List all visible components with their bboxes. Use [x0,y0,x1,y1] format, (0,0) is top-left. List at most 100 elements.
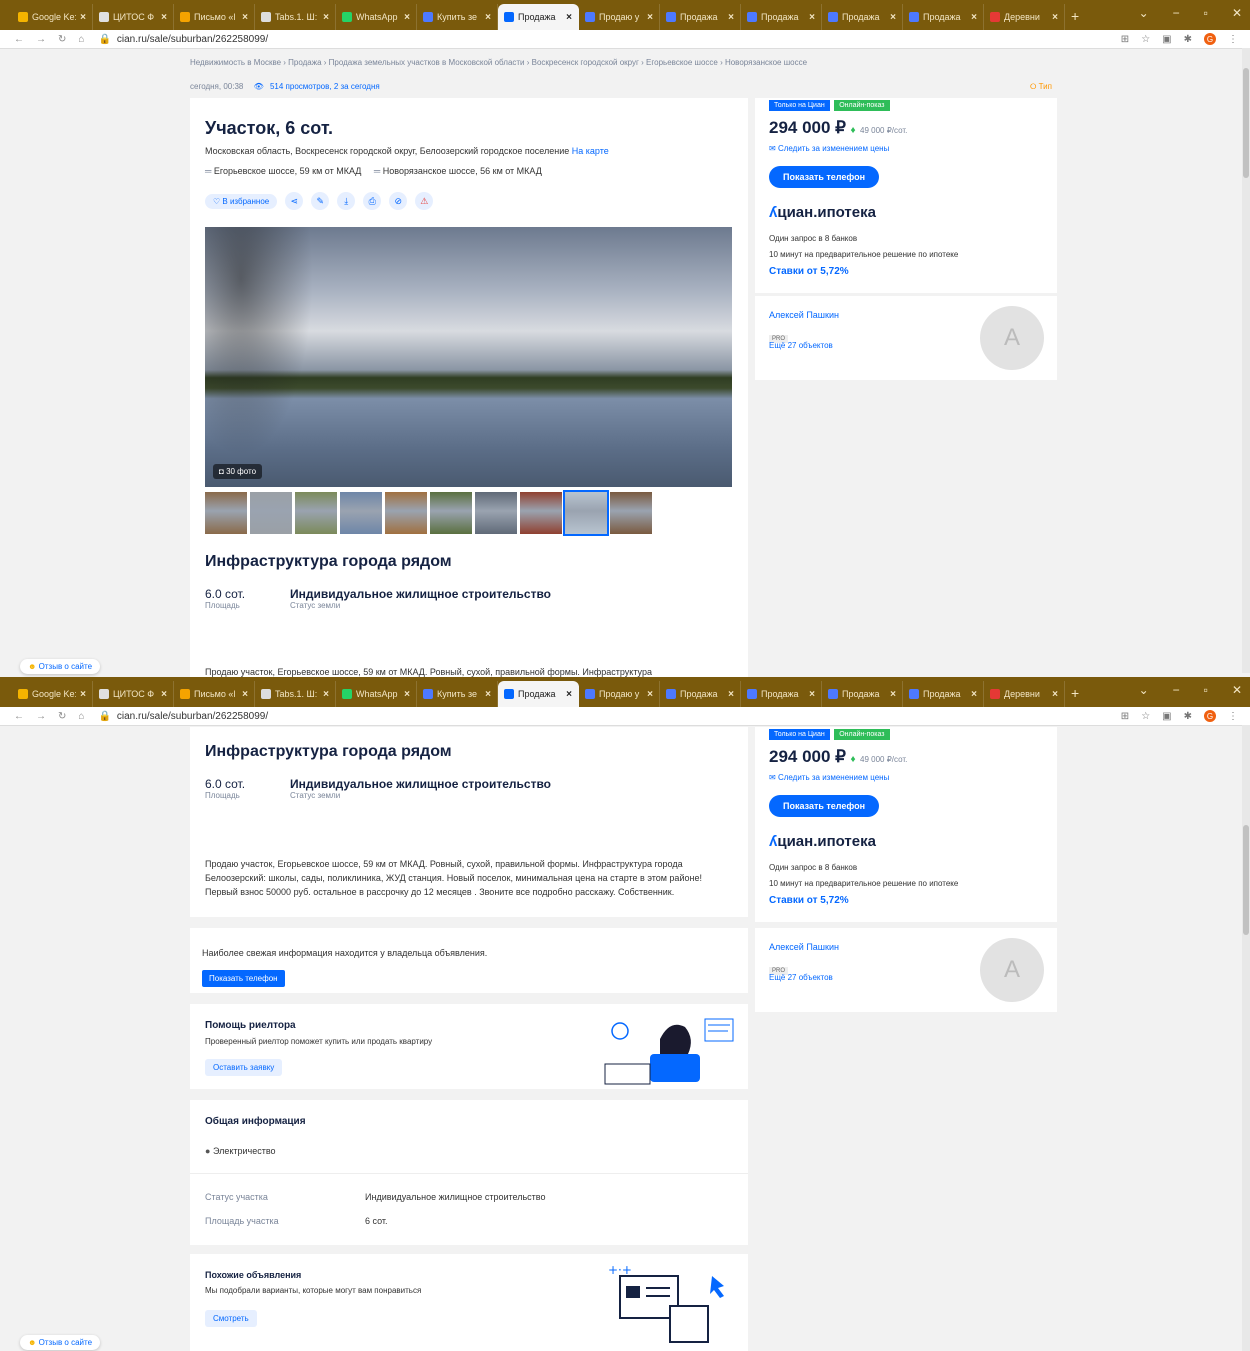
tab-close-icon[interactable]: × [161,689,167,700]
similar-view-button[interactable]: Смотреть [205,1308,257,1327]
close-window-icon[interactable]: ✕ [1232,683,1242,697]
tab-search-icon[interactable]: ⌄ [1139,6,1149,20]
scrollbar[interactable] [1242,725,1250,1351]
feedback-button[interactable]: ☻ Отзыв о сайте [20,1335,101,1350]
scrollbar[interactable] [1242,48,1250,673]
photo-thumbnail[interactable] [610,492,652,534]
new-tab-icon[interactable]: + [1071,685,1079,701]
browser-tab[interactable]: WhatsApp × [336,4,417,30]
browser-tab[interactable]: Продажа × [660,4,741,30]
views-count[interactable]: 514 просмотров, 2 за сегодня [270,82,380,91]
address-bar[interactable]: ← → ↻ ⌂ 🔒 cian.ru/sale/suburban/26225809… [0,30,1250,49]
maximize-icon[interactable]: ▫ [1204,6,1208,20]
tab-close-icon[interactable]: × [647,689,653,700]
tab-close-icon[interactable]: × [728,689,734,700]
reload-icon[interactable]: ↻ [58,711,66,722]
back-icon[interactable]: ← [14,711,24,722]
tab-close-icon[interactable]: × [485,12,491,23]
tab-close-icon[interactable]: × [566,689,572,700]
forward-icon[interactable]: → [36,34,46,45]
tab-close-icon[interactable]: × [80,12,86,23]
tab-close-icon[interactable]: × [323,12,329,23]
browser-tab[interactable]: Продажа × [498,4,579,30]
photo-thumbnail[interactable] [430,492,472,534]
browser-tab[interactable]: Продажа × [903,681,984,707]
photo-thumbnail[interactable] [250,492,292,534]
photo-thumbnail[interactable] [340,492,382,534]
edit-icon[interactable]: ✎ [311,192,330,210]
breadcrumb[interactable]: Недвижимость в Москве › Продажа › Продаж… [190,58,807,67]
follow-price[interactable]: ✉ Следить за изменением цены [769,773,889,782]
share-icon[interactable]: ⋖ [285,192,304,210]
mortgage-rate-link[interactable]: Ставки от 5,72% [769,895,849,906]
price-trend-icon[interactable]: ♦ [850,125,855,136]
show-phone-button[interactable]: Показать телефон [769,795,880,817]
tab-close-icon[interactable]: × [890,12,896,23]
address-bar[interactable]: ← → ↻ ⌂ 🔒 cian.ru/sale/suburban/26225809… [0,707,1250,726]
browser-tab[interactable]: Купить зе × [417,681,498,707]
browser-tab[interactable]: Продажа × [660,681,741,707]
agent-avatar[interactable]: А [980,306,1044,370]
close-window-icon[interactable]: ✕ [1232,6,1242,20]
url-text[interactable]: cian.ru/sale/suburban/262258099/ [117,711,268,722]
browser-tab[interactable]: Продаю у × [579,4,660,30]
tab-close-icon[interactable]: × [1052,689,1058,700]
browser-tab[interactable]: Деревни × [984,681,1065,707]
puzzle-icon[interactable]: ✱ [1184,34,1192,45]
url-text[interactable]: cian.ru/sale/suburban/262258099/ [117,34,268,45]
agent-name[interactable]: Алексей Пашкин [769,310,839,320]
home-icon[interactable]: ⌂ [78,711,84,722]
browser-tab[interactable]: Google Ke: × [12,4,93,30]
menu-icon[interactable]: ⋮ [1228,711,1238,722]
tab-close-icon[interactable]: × [80,689,86,700]
tab-close-icon[interactable]: × [1052,12,1058,23]
tab-close-icon[interactable]: × [809,689,815,700]
extension-icon[interactable]: ▣ [1162,34,1171,45]
menu-icon[interactable]: ⋮ [1228,34,1238,45]
favorite-button[interactable]: ♡ В избранное [205,193,278,209]
browser-tab[interactable]: ЦИТОС Ф × [93,681,174,707]
tab-close-icon[interactable]: × [728,12,734,23]
tab-search-icon[interactable]: ⌄ [1139,683,1149,697]
show-phone-button[interactable]: Показать телефон [769,166,880,188]
browser-tab[interactable]: Продажа × [822,681,903,707]
photo-count-badge[interactable]: ◘ 30 фото [213,464,263,479]
print-icon[interactable]: ⎙ [363,192,382,210]
home-icon[interactable]: ⌂ [78,34,84,45]
browser-tab[interactable]: Купить зе × [417,4,498,30]
maximize-icon[interactable]: ▫ [1204,683,1208,697]
puzzle-icon[interactable]: ✱ [1184,711,1192,722]
hide-icon[interactable]: ⊘ [389,192,408,210]
tab-close-icon[interactable]: × [404,689,410,700]
photo-thumbnail[interactable] [295,492,337,534]
report-icon[interactable]: ⚠ [415,192,434,210]
browser-tab[interactable]: Продаю у × [579,681,660,707]
browser-tab[interactable]: Продажа × [498,681,579,707]
tab-close-icon[interactable]: × [404,12,410,23]
browser-tab[interactable]: Продажа × [741,4,822,30]
tab-close-icon[interactable]: × [242,12,248,23]
tab-close-icon[interactable]: × [890,689,896,700]
tab-close-icon[interactable]: × [161,12,167,23]
price-trend-icon[interactable]: ♦ [850,754,855,765]
apps-icon[interactable]: ⊞ [1121,711,1129,722]
forward-icon[interactable]: → [36,711,46,722]
star-icon[interactable]: ☆ [1141,34,1150,45]
map-link[interactable]: На карте [572,146,609,156]
tab-close-icon[interactable]: × [566,12,572,23]
browser-tab[interactable]: Продажа × [903,4,984,30]
browser-tab[interactable]: WhatsApp × [336,681,417,707]
photo-thumbnail[interactable] [563,490,609,536]
main-photo[interactable]: ◘ 30 фото [205,227,732,487]
new-tab-icon[interactable]: + [1071,8,1079,24]
tab-close-icon[interactable]: × [485,689,491,700]
photo-thumbnail[interactable] [475,492,517,534]
photo-thumbnail[interactable] [205,492,247,534]
browser-tab[interactable]: ЦИТОС Ф × [93,4,174,30]
tab-close-icon[interactable]: × [242,689,248,700]
show-phone-small-button[interactable]: Показать телефон [202,968,285,987]
agent-avatar[interactable]: А [980,938,1044,1002]
scrollbar-thumb[interactable] [1243,825,1249,935]
minimize-icon[interactable]: − [1173,683,1180,697]
star-icon[interactable]: ☆ [1141,711,1150,722]
